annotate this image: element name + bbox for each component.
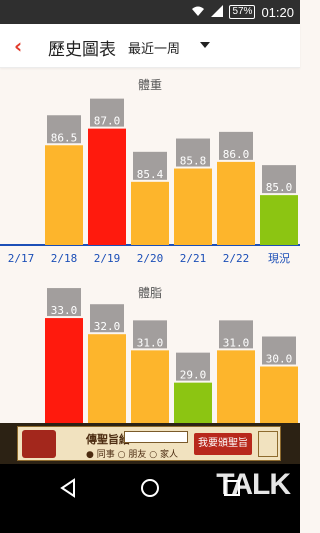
bar (131, 181, 169, 245)
chevron-left-icon[interactable]: ‹ (14, 34, 22, 58)
x-tick-label[interactable]: 2/17 (8, 252, 35, 265)
ad-option-radio[interactable]: ○ (118, 450, 129, 460)
ad-option-label: 家人 (159, 450, 178, 460)
bar (217, 350, 255, 423)
x-tick-label[interactable]: 2/18 (51, 252, 78, 265)
status-bar: 57% 01:20 (0, 0, 300, 24)
app-bar: ‹ 歷史圖表 最近一周 (0, 24, 300, 68)
ad-banner[interactable]: 傳聖旨給 ● 同事 ○ 朋友 ○ 家人 我要頒聖旨 (0, 423, 300, 464)
ad-name-input[interactable] (124, 431, 188, 443)
x-tick-label[interactable]: 2/19 (94, 252, 121, 265)
signal-icon (211, 4, 224, 20)
ad-option-label: 朋友 (128, 450, 147, 460)
home-icon[interactable] (140, 478, 160, 498)
bar (88, 128, 126, 245)
period-selector[interactable]: 最近一周 (128, 38, 180, 57)
ad-cta-button[interactable]: 我要頒聖旨 (194, 433, 252, 455)
x-tick-label[interactable]: 2/21 (180, 252, 207, 265)
value-label: 87.0 (94, 115, 121, 128)
bar (131, 350, 169, 423)
bar (88, 334, 126, 423)
ad-option-label: 同事 (96, 450, 115, 460)
bar (260, 195, 298, 245)
watermark: TALK (216, 468, 291, 501)
value-label: 85.0 (266, 181, 293, 194)
page-title: 歷史圖表 (48, 40, 116, 60)
wifi-icon (191, 5, 205, 20)
bar (260, 366, 298, 423)
x-tick-label[interactable]: 2/20 (137, 252, 164, 265)
value-label: 31.0 (137, 336, 164, 349)
status-icons: 57% 01:20 (191, 4, 294, 20)
ad-option-radio[interactable]: ● (86, 450, 97, 460)
bar (45, 318, 83, 423)
value-label: 85.4 (137, 168, 164, 181)
bar (217, 161, 255, 245)
ad-option-radio[interactable]: ○ (149, 450, 160, 460)
value-label: 86.5 (51, 131, 78, 144)
weight-chart: 體重 86.5 87.0 85.4 85.8 86.0 85.0 2/17 2/18 2/19 2… (0, 68, 300, 268)
value-label: 29.0 (180, 369, 207, 382)
value-label: 31.0 (223, 336, 250, 349)
ad-stamp-icon (258, 431, 278, 457)
bar (45, 145, 83, 245)
ad-options: ● 同事 ○ 朋友 ○ 家人 (86, 447, 178, 460)
x-tick-label[interactable]: 2/22 (223, 252, 250, 265)
system-nav-bar: TALK (0, 464, 300, 533)
value-label: 30.0 (266, 353, 293, 366)
ad-logo (22, 430, 56, 458)
clock: 01:20 (261, 4, 294, 20)
value-label: 86.0 (223, 148, 250, 161)
back-icon[interactable] (58, 478, 78, 498)
x-tick-label[interactable]: 現況 (268, 251, 290, 265)
weight-chart-svg: 86.5 87.0 85.4 85.8 86.0 85.0 2/17 2/18 2/19 2/20… (0, 98, 300, 265)
value-label: 33.0 (51, 304, 78, 317)
ad-content[interactable]: 傳聖旨給 ● 同事 ○ 朋友 ○ 家人 我要頒聖旨 (17, 426, 281, 461)
body-fat-chart-svg: 33.0 32.0 31.0 29.0 31.0 30.0 (45, 288, 298, 423)
value-label: 32.0 (94, 320, 121, 333)
bar (174, 168, 212, 245)
value-label: 85.8 (180, 155, 207, 168)
battery-indicator: 57% (229, 5, 256, 19)
chevron-down-icon[interactable] (200, 42, 210, 48)
body-fat-chart: 體脂 33.0 32.0 31.0 29.0 31.0 30.0 (0, 268, 300, 423)
bar (174, 382, 212, 423)
